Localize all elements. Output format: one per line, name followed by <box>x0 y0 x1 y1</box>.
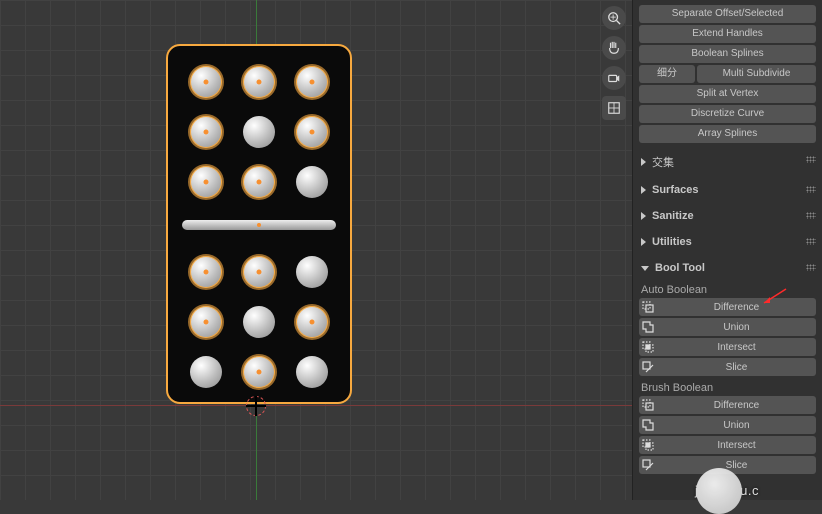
cursor-3d <box>246 396 266 416</box>
slice-icon <box>639 358 657 376</box>
panel-utilities[interactable]: Utilities <box>633 232 822 252</box>
domino-dot <box>243 306 275 338</box>
op-discretize-curve[interactable]: Discretize Curve <box>639 105 816 123</box>
op-label: Intersect <box>657 342 816 353</box>
op-array-splines[interactable]: Array Splines <box>639 125 816 143</box>
panel-jiaoji[interactable]: 交集 <box>633 150 822 174</box>
domino-dot <box>296 166 328 198</box>
intersect-icon <box>639 436 657 454</box>
domino-dot <box>296 306 328 338</box>
axis-x <box>0 405 632 406</box>
n-panel: Separate Offset/Selected Extend Handles … <box>632 0 822 500</box>
op-label: Union <box>657 420 816 431</box>
difference-icon <box>639 298 657 316</box>
zoom-button[interactable] <box>602 6 626 30</box>
ortho-toggle[interactable] <box>602 96 626 120</box>
domino-object[interactable] <box>166 44 352 404</box>
domino-dot <box>243 116 275 148</box>
domino-dot <box>190 306 222 338</box>
panel-sanitize[interactable]: Sanitize <box>633 206 822 226</box>
domino-dot <box>190 66 222 98</box>
panel-surfaces[interactable]: Surfaces <box>633 180 822 200</box>
op-label: Union <box>657 322 816 333</box>
domino-dot <box>296 116 328 148</box>
auto-slice-button[interactable]: Slice <box>639 358 816 376</box>
domino-dot <box>296 356 328 388</box>
domino-dot <box>243 356 275 388</box>
domino-dot <box>243 66 275 98</box>
op-label: Difference <box>657 302 816 313</box>
section-brush-boolean: Brush Boolean <box>639 378 816 396</box>
domino-dot <box>243 166 275 198</box>
panel-label: 交集 <box>652 154 674 170</box>
domino-dot <box>190 116 222 148</box>
domino-dot <box>296 66 328 98</box>
panel-label: Surfaces <box>652 184 698 196</box>
domino-dot <box>296 256 328 288</box>
op-split-at-vertex[interactable]: Split at Vertex <box>639 85 816 103</box>
brush-slice-button[interactable]: Slice <box>639 456 816 474</box>
domino-dot <box>190 166 222 198</box>
brush-intersect-button[interactable]: Intersect <box>639 436 816 454</box>
domino-dot <box>190 356 222 388</box>
panel-label: Bool Tool <box>655 262 705 274</box>
auto-union-button[interactable]: Union <box>639 318 816 336</box>
op-multi-subdivide[interactable]: Multi Subdivide <box>697 65 816 83</box>
union-icon <box>639 318 657 336</box>
auto-difference-button[interactable]: Difference <box>639 298 816 316</box>
panel-label: Utilities <box>652 236 692 248</box>
domino-dot <box>190 256 222 288</box>
intersect-icon <box>639 338 657 356</box>
op-separate-offset[interactable]: Separate Offset/Selected <box>639 5 816 23</box>
section-auto-boolean: Auto Boolean <box>639 280 816 298</box>
op-label: Difference <box>657 400 816 411</box>
auto-intersect-button[interactable]: Intersect <box>639 338 816 356</box>
op-label: Intersect <box>657 440 816 451</box>
op-boolean-splines[interactable]: Boolean Splines <box>639 45 816 63</box>
panel-label: Sanitize <box>652 210 694 222</box>
domino-divider <box>182 220 336 230</box>
slice-icon <box>639 456 657 474</box>
op-extend-handles[interactable]: Extend Handles <box>639 25 816 43</box>
op-label: Slice <box>657 362 816 373</box>
domino-dot <box>243 256 275 288</box>
camera-button[interactable] <box>602 66 626 90</box>
union-icon <box>639 416 657 434</box>
difference-icon <box>639 396 657 414</box>
brush-difference-button[interactable]: Difference <box>639 396 816 414</box>
op-label: Slice <box>657 460 816 471</box>
pan-button[interactable] <box>602 36 626 60</box>
viewport-3d[interactable] <box>0 0 632 500</box>
brush-union-button[interactable]: Union <box>639 416 816 434</box>
op-subdivide-cn[interactable]: 细分 <box>639 65 695 83</box>
panel-booltool[interactable]: Bool Tool <box>633 258 822 278</box>
